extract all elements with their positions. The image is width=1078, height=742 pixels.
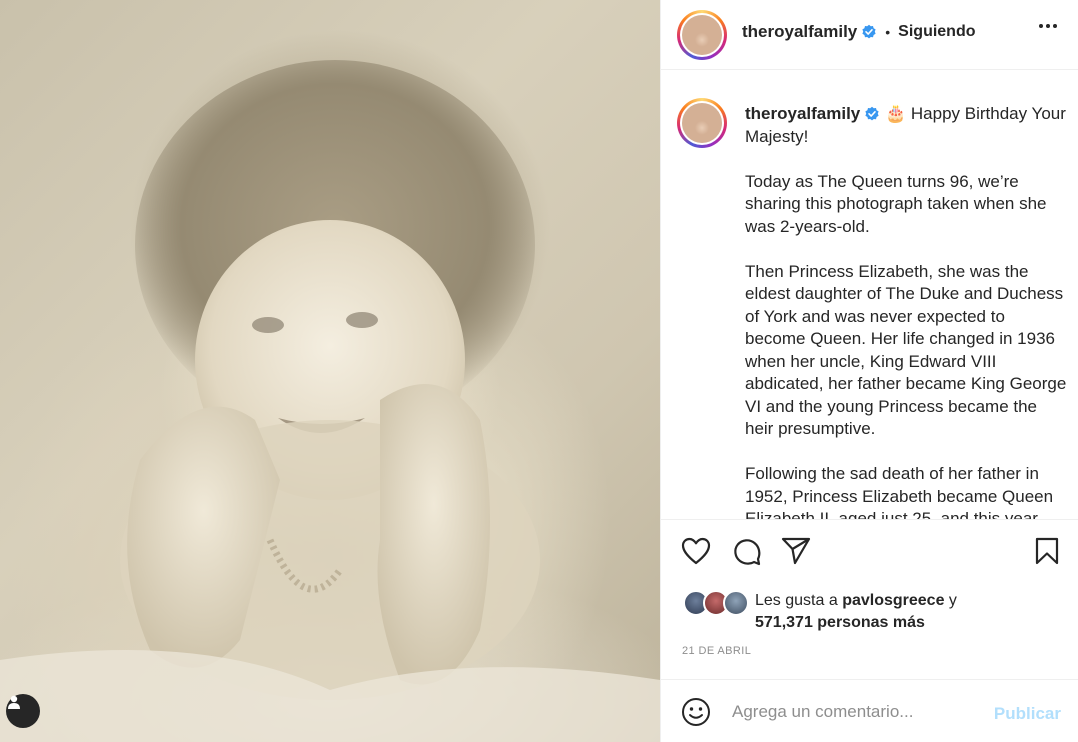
likes-text: Les gusta a pavlosgreece y	[755, 592, 957, 610]
comment-bar: Publicar	[661, 679, 1078, 742]
tagged-people-button[interactable]	[6, 694, 40, 728]
heart-icon[interactable]	[681, 537, 711, 565]
caption-author-avatar[interactable]	[677, 98, 727, 148]
caption-scroll-area[interactable]: theroyalfamily 🎂 Happy Birthday Your Maj…	[661, 70, 1078, 520]
likes-conjunction: y	[948, 592, 957, 609]
post-actions	[661, 520, 1078, 578]
bookmark-icon[interactable]	[1035, 537, 1059, 565]
more-options-icon[interactable]	[1039, 24, 1057, 28]
smiley-icon[interactable]	[681, 697, 711, 727]
verified-badge-icon	[865, 106, 879, 121]
verified-badge-icon	[862, 24, 876, 39]
avatar	[723, 590, 749, 616]
author-avatar[interactable]	[677, 10, 727, 60]
caption-username[interactable]: theroyalfamily	[745, 104, 860, 123]
likes-summary: Les gusta a pavlosgreece y 571,371 perso…	[661, 588, 1078, 638]
liker-avatars[interactable]	[683, 590, 749, 618]
following-button[interactable]: Siguiendo	[898, 23, 975, 41]
comment-icon[interactable]	[732, 537, 762, 567]
likes-count[interactable]: 571,371 personas más	[755, 614, 925, 632]
share-icon[interactable]	[781, 537, 811, 565]
post-header: theroyalfamily • Siguiendo	[661, 0, 1078, 70]
person-icon	[8, 695, 20, 709]
liker-username[interactable]: pavlosgreece	[842, 592, 944, 609]
birthday-cake-emoji: 🎂	[885, 104, 907, 123]
separator-dot: •	[885, 24, 891, 40]
publish-button[interactable]: Publicar	[994, 704, 1061, 724]
author-username[interactable]: theroyalfamily	[742, 22, 857, 42]
comment-input[interactable]	[732, 700, 982, 724]
caption-body: Happy Birthday Your Majesty! Today as Th…	[745, 104, 1067, 520]
photo-illustration	[0, 60, 660, 742]
post-photo[interactable]	[0, 0, 660, 742]
post-date[interactable]: 21 DE ABRIL	[682, 645, 751, 657]
post-details-panel: theroyalfamily • Siguiendo theroyalfamil…	[660, 0, 1078, 742]
caption: theroyalfamily 🎂 Happy Birthday Your Maj…	[745, 103, 1067, 519]
likes-prefix: Les gusta a	[755, 592, 838, 609]
